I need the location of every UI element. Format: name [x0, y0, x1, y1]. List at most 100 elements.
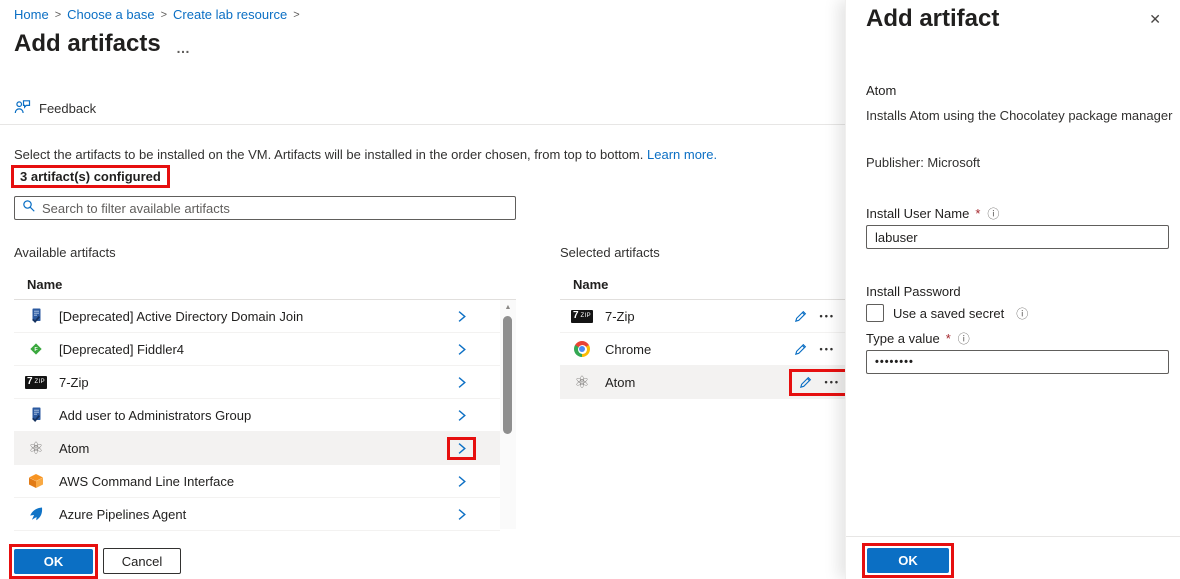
selected-artifact-row[interactable]: ⚛ Atom •••	[560, 366, 845, 399]
panel-ok-button[interactable]: OK	[867, 548, 949, 573]
breadcrumb-separator: >	[161, 9, 167, 21]
install-user-name-input[interactable]	[866, 225, 1169, 249]
chevron-cell	[455, 376, 468, 389]
chrome-icon	[572, 341, 592, 357]
annotation-box-panel-ok: OK	[862, 543, 954, 578]
azure-pipelines-icon	[26, 506, 46, 522]
panel-footer-divider	[846, 536, 1180, 537]
install-password-input[interactable]	[866, 350, 1169, 374]
add-artifact-panel: Add artifact ✕ Atom Installs Atom using …	[845, 0, 1180, 579]
publisher-label: Publisher: Microsoft	[866, 155, 980, 170]
available-artifacts-table: Name [Deprecated] Active Directory Domai…	[14, 270, 516, 531]
available-artifact-row[interactable]: F [Deprecated] Fiddler4	[14, 333, 500, 366]
info-icon[interactable]: ⓘ	[987, 205, 999, 222]
chevron-right-icon[interactable]	[455, 310, 468, 323]
breadcrumb-link[interactable]: Home	[14, 7, 49, 22]
available-artifacts-label: Available artifacts	[14, 245, 116, 260]
breadcrumb: Home>Choose a base>Create lab resource>	[14, 7, 300, 22]
artifact-name: Add user to Administrators Group	[59, 408, 251, 423]
info-icon[interactable]: ⓘ	[1016, 305, 1028, 322]
available-artifact-row[interactable]: ⚛ Atom	[14, 432, 500, 465]
edit-pencil-icon[interactable]	[793, 309, 808, 324]
breadcrumb-link[interactable]: Choose a base	[67, 7, 154, 22]
atom-icon: ⚛	[572, 374, 592, 391]
artifact-name: AWS Command Line Interface	[59, 474, 234, 489]
toolbar-divider	[0, 124, 845, 125]
saved-secret-row: Use a saved secret ⓘ	[866, 304, 1028, 322]
fiddler-icon: F	[26, 341, 46, 357]
annotation-box-chevron	[447, 437, 476, 460]
chevron-right-icon[interactable]	[455, 409, 468, 422]
selected-artifact-row[interactable]: 7ZIP7-Zip•••	[560, 300, 845, 333]
available-name-header: Name	[14, 270, 516, 300]
annotation-box-configured: 3 artifact(s) configured	[11, 165, 170, 188]
use-saved-secret-label: Use a saved secret	[893, 306, 1004, 321]
available-artifact-row[interactable]: Azure Pipelines Agent	[14, 498, 500, 531]
row-actions: •••	[793, 309, 845, 324]
artifact-name: [Deprecated] Active Directory Domain Joi…	[59, 309, 303, 324]
7zip-icon: 7ZIP	[572, 310, 592, 323]
scrollbar-thumb[interactable]	[503, 316, 512, 434]
selected-artifact-row[interactable]: Chrome •••	[560, 333, 845, 366]
chevron-right-icon[interactable]	[455, 475, 468, 488]
learn-more-link[interactable]: Learn more.	[647, 147, 717, 162]
selected-artifacts-table: Name 7ZIP7-Zip••• Chrome ••• ⚛ Atom •••	[560, 270, 845, 399]
info-icon[interactable]: ⓘ	[958, 330, 970, 347]
selected-name-header: Name	[560, 270, 845, 300]
chevron-right-icon[interactable]	[455, 508, 468, 521]
panel-title: Add artifact	[866, 5, 999, 33]
main-footer: OK Cancel	[9, 544, 181, 579]
feedback-label: Feedback	[39, 101, 96, 116]
feedback-icon	[14, 99, 31, 118]
chevron-cell	[455, 343, 468, 356]
artifact-name: Azure Pipelines Agent	[59, 507, 186, 522]
search-icon	[22, 199, 36, 218]
intro-text: Select the artifacts to be installed on …	[14, 147, 774, 162]
domain-join-icon	[26, 308, 46, 324]
type-a-value-label: Type a value * ⓘ	[866, 330, 970, 347]
search-input[interactable]	[42, 201, 508, 216]
install-user-name-text: Install User Name	[866, 206, 969, 221]
chevron-right-icon[interactable]	[455, 343, 468, 356]
more-options-icon[interactable]: •••	[820, 311, 835, 321]
available-artifact-row[interactable]: [Deprecated] Active Directory Domain Joi…	[14, 300, 500, 333]
selected-artifacts-label: Selected artifacts	[560, 245, 660, 260]
chevron-cell	[455, 310, 468, 323]
edit-pencil-icon[interactable]	[793, 342, 808, 357]
available-artifact-row[interactable]: Add user to Administrators Group	[14, 399, 500, 432]
feedback-button[interactable]: Feedback	[14, 99, 96, 118]
artifact-description: Installs Atom using the Chocolatey packa…	[866, 108, 1174, 123]
artifact-name: Atom	[59, 441, 89, 456]
title-more-icon[interactable]: …	[176, 40, 191, 56]
artifact-name: Chrome	[605, 342, 651, 357]
cancel-button[interactable]: Cancel	[103, 548, 181, 574]
artifact-name: Atom	[605, 375, 635, 390]
chevron-cell	[455, 508, 468, 521]
available-artifact-row[interactable]: 7ZIP 7-Zip	[14, 366, 500, 399]
annotation-box-ok: OK	[9, 544, 98, 579]
artifact-name: Atom	[866, 83, 896, 98]
edit-pencil-icon[interactable]	[798, 375, 813, 390]
artifact-search-box	[14, 196, 516, 220]
row-actions: •••	[793, 342, 845, 357]
more-options-icon[interactable]: •••	[820, 344, 835, 354]
required-marker: *	[975, 206, 980, 221]
7zip-icon: 7ZIP	[26, 376, 46, 389]
artifact-name: 7-Zip	[59, 375, 89, 390]
main-content: Home>Choose a base>Create lab resource> …	[0, 0, 845, 579]
atom-icon: ⚛	[26, 440, 46, 457]
chevron-cell	[455, 475, 468, 488]
page-title: Add artifacts	[14, 30, 161, 58]
more-options-icon[interactable]: •••	[825, 377, 840, 387]
close-icon[interactable]: ✕	[1149, 11, 1161, 28]
chevron-right-icon[interactable]	[455, 442, 468, 455]
scroll-up-icon[interactable]: ▲	[500, 300, 516, 314]
available-artifact-row[interactable]: AWS Command Line Interface	[14, 465, 500, 498]
scrollbar[interactable]: ▲	[500, 300, 516, 529]
artifact-name: [Deprecated] Fiddler4	[59, 342, 184, 357]
use-saved-secret-checkbox[interactable]	[866, 304, 884, 322]
breadcrumb-link[interactable]: Create lab resource	[173, 7, 287, 22]
ok-button[interactable]: OK	[14, 549, 93, 574]
chevron-right-icon[interactable]	[455, 376, 468, 389]
chevron-cell	[455, 409, 468, 422]
